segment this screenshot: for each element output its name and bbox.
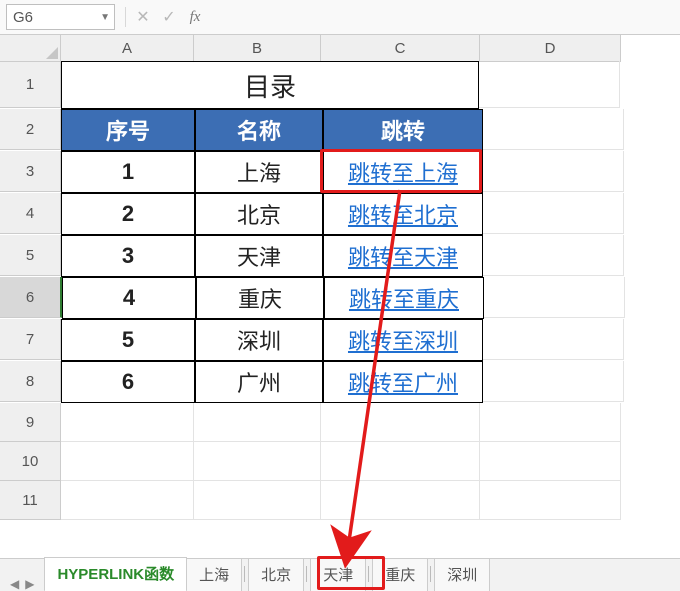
cell-D8[interactable] <box>483 361 624 402</box>
col-header-A[interactable]: A <box>61 35 194 62</box>
formula-bar: G6 ▼ ✕ ✓ fx <box>0 0 680 35</box>
col-header-D[interactable]: D <box>480 35 621 62</box>
row-header-10[interactable]: 10 <box>0 442 61 481</box>
header-jump[interactable]: 跳转 <box>323 109 483 151</box>
cell-D5[interactable] <box>483 235 624 276</box>
cell-D1[interactable] <box>479 61 620 108</box>
row-header-11[interactable]: 11 <box>0 481 61 520</box>
table-cell-jump[interactable]: 跳转至深圳 <box>323 319 483 361</box>
row-header-8[interactable]: 8 <box>0 361 61 402</box>
sheet-tab-tianjin[interactable]: 天津 <box>310 558 366 591</box>
table-cell-name[interactable]: 北京 <box>195 193 323 235</box>
cell-D11[interactable] <box>480 481 621 520</box>
select-all-corner[interactable] <box>0 35 61 62</box>
separator <box>125 7 126 27</box>
row-header-5[interactable]: 5 <box>0 235 61 276</box>
cell-D10[interactable] <box>480 442 621 481</box>
tab-separator <box>244 566 245 582</box>
table-cell-jump[interactable]: 跳转至天津 <box>323 235 483 277</box>
table-cell-seq[interactable]: 5 <box>61 319 195 361</box>
row-header-2[interactable]: 2 <box>0 109 61 150</box>
table-cell-name[interactable]: 天津 <box>195 235 323 277</box>
table-cell-name[interactable]: 上海 <box>195 151 323 193</box>
cell-B10[interactable] <box>194 442 321 481</box>
hyperlink[interactable]: 跳转至广州 <box>348 366 458 398</box>
cell-D3[interactable] <box>483 151 624 192</box>
row-header-1[interactable]: 1 <box>0 61 61 108</box>
confirm-icon[interactable]: ✓ <box>156 5 182 29</box>
cell-D2[interactable] <box>483 109 624 150</box>
sheet-tab-shanghai[interactable]: 上海 <box>186 558 242 591</box>
col-header-C[interactable]: C <box>321 35 480 62</box>
hyperlink[interactable]: 跳转至重庆 <box>349 282 459 314</box>
cell-A9[interactable] <box>61 403 194 442</box>
row-header-9[interactable]: 9 <box>0 403 61 442</box>
cell-A11[interactable] <box>61 481 194 520</box>
name-box[interactable]: G6 ▼ <box>6 4 115 30</box>
table-cell-jump[interactable]: 跳转至广州 <box>323 361 483 403</box>
sheet-tab-chongqing[interactable]: 重庆 <box>372 558 428 591</box>
tab-separator <box>368 566 369 582</box>
tab-nav-buttons[interactable]: ◀ ▶ <box>0 577 44 591</box>
cell-C9[interactable] <box>321 403 480 442</box>
spreadsheet-grid: A B C D 1 目录 2 序号 名称 跳转 3 1 上海 跳转至上海 4 2… <box>0 35 680 520</box>
table-cell-name[interactable]: 重庆 <box>196 277 324 319</box>
table-title[interactable]: 目录 <box>61 61 479 109</box>
cell-C11[interactable] <box>321 481 480 520</box>
row-header-6[interactable]: 6 <box>0 277 62 318</box>
table-cell-seq[interactable]: 6 <box>61 361 195 403</box>
tab-separator <box>430 566 431 582</box>
table-cell-seq[interactable]: 3 <box>61 235 195 277</box>
table-cell-name[interactable]: 广州 <box>195 361 323 403</box>
table-cell-jump[interactable]: 跳转至重庆 <box>324 277 484 319</box>
table-cell-seq[interactable]: 4 <box>62 277 196 319</box>
row-header-4[interactable]: 4 <box>0 193 61 234</box>
table-cell-name[interactable]: 深圳 <box>195 319 323 361</box>
tab-nav-next-icon[interactable]: ▶ <box>25 577 34 591</box>
cell-C10[interactable] <box>321 442 480 481</box>
formula-input[interactable] <box>208 5 680 29</box>
table-cell-jump[interactable]: 跳转至上海 <box>323 151 483 193</box>
fx-icon[interactable]: fx <box>182 5 208 29</box>
table-cell-seq[interactable]: 1 <box>61 151 195 193</box>
col-header-B[interactable]: B <box>194 35 321 62</box>
sheet-tab-beijing[interactable]: 北京 <box>248 558 304 591</box>
cancel-icon[interactable]: ✕ <box>130 5 156 29</box>
hyperlink[interactable]: 跳转至北京 <box>348 198 458 230</box>
header-seq[interactable]: 序号 <box>61 109 195 151</box>
cell-D4[interactable] <box>483 193 624 234</box>
sheet-tab-strip: ◀ ▶ HYPERLINK函数 上海 北京 天津 重庆 深圳 <box>0 558 680 591</box>
active-cell-ref: G6 <box>13 9 33 26</box>
hyperlink[interactable]: 跳转至天津 <box>348 240 458 272</box>
cell-D9[interactable] <box>480 403 621 442</box>
hyperlink[interactable]: 跳转至深圳 <box>348 324 458 356</box>
cell-D6[interactable] <box>484 277 625 318</box>
cell-B11[interactable] <box>194 481 321 520</box>
tab-separator <box>306 566 307 582</box>
cell-A10[interactable] <box>61 442 194 481</box>
cell-D7[interactable] <box>483 319 624 360</box>
name-box-dropdown-icon[interactable]: ▼ <box>100 5 110 29</box>
table-cell-jump[interactable]: 跳转至北京 <box>323 193 483 235</box>
tab-nav-prev-icon[interactable]: ◀ <box>10 577 19 591</box>
sheet-tab-shenzhen[interactable]: 深圳 <box>434 558 490 591</box>
row-header-7[interactable]: 7 <box>0 319 61 360</box>
row-header-3[interactable]: 3 <box>0 151 61 192</box>
header-name[interactable]: 名称 <box>195 109 323 151</box>
hyperlink[interactable]: 跳转至上海 <box>348 156 458 188</box>
table-cell-seq[interactable]: 2 <box>61 193 195 235</box>
sheet-tab-hyperlink[interactable]: HYPERLINK函数 <box>44 557 187 591</box>
cell-B9[interactable] <box>194 403 321 442</box>
